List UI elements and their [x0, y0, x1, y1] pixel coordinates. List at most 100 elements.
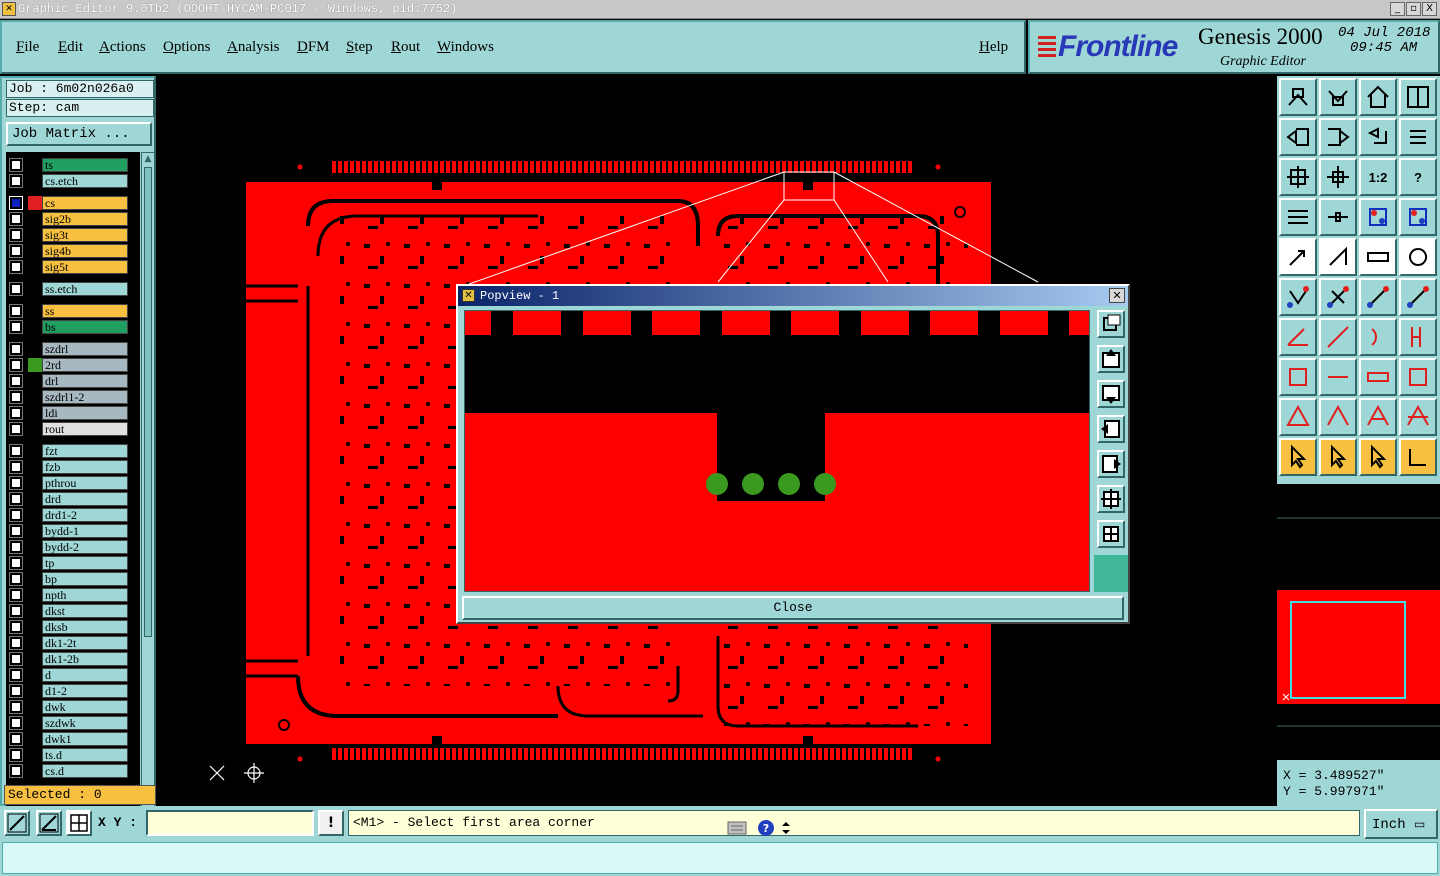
layer-checkbox[interactable]	[9, 764, 23, 778]
layer-checkbox[interactable]	[9, 636, 23, 650]
layer-row[interactable]: bydd-1	[6, 524, 130, 538]
minimize-button[interactable]: _	[1390, 2, 1405, 16]
layer-name[interactable]: dk1-2b	[42, 652, 128, 666]
measure-mode-button[interactable]	[36, 810, 62, 836]
layer-row[interactable]: cs.d	[6, 764, 130, 778]
layer-color-swatch[interactable]	[28, 358, 42, 372]
film-icon[interactable]	[1399, 318, 1437, 356]
layer-color-swatch[interactable]	[28, 572, 42, 586]
line-red-icon[interactable]	[1319, 238, 1357, 276]
popview-zoom-in-button[interactable]	[1097, 520, 1125, 548]
zoom-out-icon[interactable]	[1319, 158, 1357, 196]
layer-checkbox[interactable]	[9, 196, 23, 210]
layer-checkbox[interactable]	[9, 228, 23, 242]
layer-checkbox[interactable]	[9, 620, 23, 634]
home-up-icon[interactable]	[1279, 78, 1317, 116]
layer-name[interactable]: d1-2	[42, 684, 128, 698]
layer-name[interactable]: szdrl1-2	[42, 390, 128, 404]
layer-color-swatch[interactable]	[28, 716, 42, 730]
layer-row[interactable]: tp	[6, 556, 130, 570]
add-point-icon[interactable]	[1399, 278, 1437, 316]
layer-checkbox[interactable]	[9, 342, 23, 356]
layer-checkbox[interactable]	[9, 406, 23, 420]
pointer-red-icon[interactable]	[1319, 438, 1357, 476]
select-icon[interactable]	[1279, 238, 1317, 276]
layer-scrollbar[interactable]: ▲ ▼	[141, 152, 155, 858]
layer-row[interactable]: drl	[6, 374, 130, 388]
help-query-icon[interactable]: ?	[1399, 158, 1437, 196]
layer-color-swatch[interactable]	[28, 764, 42, 778]
layer-row[interactable]: pthrou	[6, 476, 130, 490]
layer-color-swatch[interactable]	[28, 320, 42, 334]
menu-help[interactable]: Help	[979, 39, 1008, 56]
grid-mode-button[interactable]	[66, 810, 92, 836]
layer-color-swatch[interactable]	[28, 460, 42, 474]
layer-color-swatch[interactable]	[28, 620, 42, 634]
layer-color-swatch[interactable]	[28, 476, 42, 490]
layer-row[interactable]: ts.d	[6, 748, 130, 762]
layer-name[interactable]: sig2b	[42, 212, 128, 226]
layer-checkbox[interactable]	[9, 748, 23, 762]
layer-row[interactable]: dksb	[6, 620, 130, 634]
layer-checkbox[interactable]	[9, 422, 23, 436]
triangle-b-icon[interactable]	[1399, 398, 1437, 436]
snap-point-icon[interactable]	[1279, 358, 1317, 396]
layer-checkbox[interactable]	[9, 158, 23, 172]
shapes-icon[interactable]	[1399, 358, 1437, 396]
layer-color-swatch[interactable]	[28, 508, 42, 522]
layer-color-swatch[interactable]	[28, 652, 42, 666]
layer-name[interactable]: cs.etch	[42, 174, 128, 188]
maximize-button[interactable]: ▫	[1406, 2, 1421, 16]
layer-name[interactable]: ss.etch	[42, 282, 128, 296]
layer-checkbox[interactable]	[9, 572, 23, 586]
layer-checkbox[interactable]	[9, 212, 23, 226]
scale-1-2-icon[interactable]: 1:2	[1359, 158, 1397, 196]
minus-icon[interactable]	[1319, 358, 1357, 396]
layer-color-swatch[interactable]	[28, 260, 42, 274]
route-icon[interactable]	[1319, 198, 1357, 236]
layer-name[interactable]: dwk1	[42, 732, 128, 746]
layer-color-swatch[interactable]	[28, 406, 42, 420]
layer-name[interactable]: bydd-1	[42, 524, 128, 538]
menu-dfm[interactable]: DFM	[297, 39, 330, 56]
layer-checkbox[interactable]	[9, 320, 23, 334]
layer-row[interactable]: dwk	[6, 700, 130, 714]
undo-view-icon[interactable]	[1359, 118, 1397, 156]
layer-color-swatch[interactable]	[28, 748, 42, 762]
layer-color-swatch[interactable]	[28, 444, 42, 458]
layer-row[interactable]: dwk1	[6, 732, 130, 746]
layer-checkbox[interactable]	[9, 492, 23, 506]
layer-checkbox[interactable]	[9, 700, 23, 714]
arc-icon[interactable]	[1359, 318, 1397, 356]
triangle-a-icon[interactable]	[1359, 398, 1397, 436]
split-view-icon[interactable]	[1399, 78, 1437, 116]
layer-name[interactable]: drd1-2	[42, 508, 128, 522]
layer-row[interactable]: npth	[6, 588, 130, 602]
layer-color-swatch[interactable]	[28, 588, 42, 602]
popview-pan-down-button[interactable]	[1097, 380, 1125, 408]
layer-row[interactable]: fzt	[6, 444, 130, 458]
popview-zoom-fit-button[interactable]	[1097, 310, 1125, 338]
layer-name[interactable]: ts.d	[42, 748, 128, 762]
menu-actions[interactable]: Actions	[99, 39, 146, 56]
layer-checkbox[interactable]	[9, 390, 23, 404]
popview-pan-left-button[interactable]	[1097, 415, 1125, 443]
layer-name[interactable]: ldi	[42, 406, 128, 420]
layer-checkbox[interactable]	[9, 304, 23, 318]
layer-row[interactable]: d	[6, 668, 130, 682]
layer-color-swatch[interactable]	[28, 422, 42, 436]
layer-checkbox[interactable]	[9, 260, 23, 274]
layer-name[interactable]: cs	[42, 196, 128, 210]
layer-name[interactable]: fzt	[42, 444, 128, 458]
layer-color-swatch[interactable]	[28, 228, 42, 242]
angle-icon[interactable]	[1279, 318, 1317, 356]
layer-row[interactable]: drd1-2	[6, 508, 130, 522]
layer-red-icon[interactable]	[1359, 198, 1397, 236]
layer-row[interactable]: sig5t	[6, 260, 130, 274]
layer-name[interactable]: ss	[42, 304, 128, 318]
layer-row[interactable]: bp	[6, 572, 130, 586]
layer-color-swatch[interactable]	[28, 158, 42, 172]
layer-checkbox[interactable]	[9, 732, 23, 746]
layer-name[interactable]: tp	[42, 556, 128, 570]
layer-color-swatch[interactable]	[28, 732, 42, 746]
